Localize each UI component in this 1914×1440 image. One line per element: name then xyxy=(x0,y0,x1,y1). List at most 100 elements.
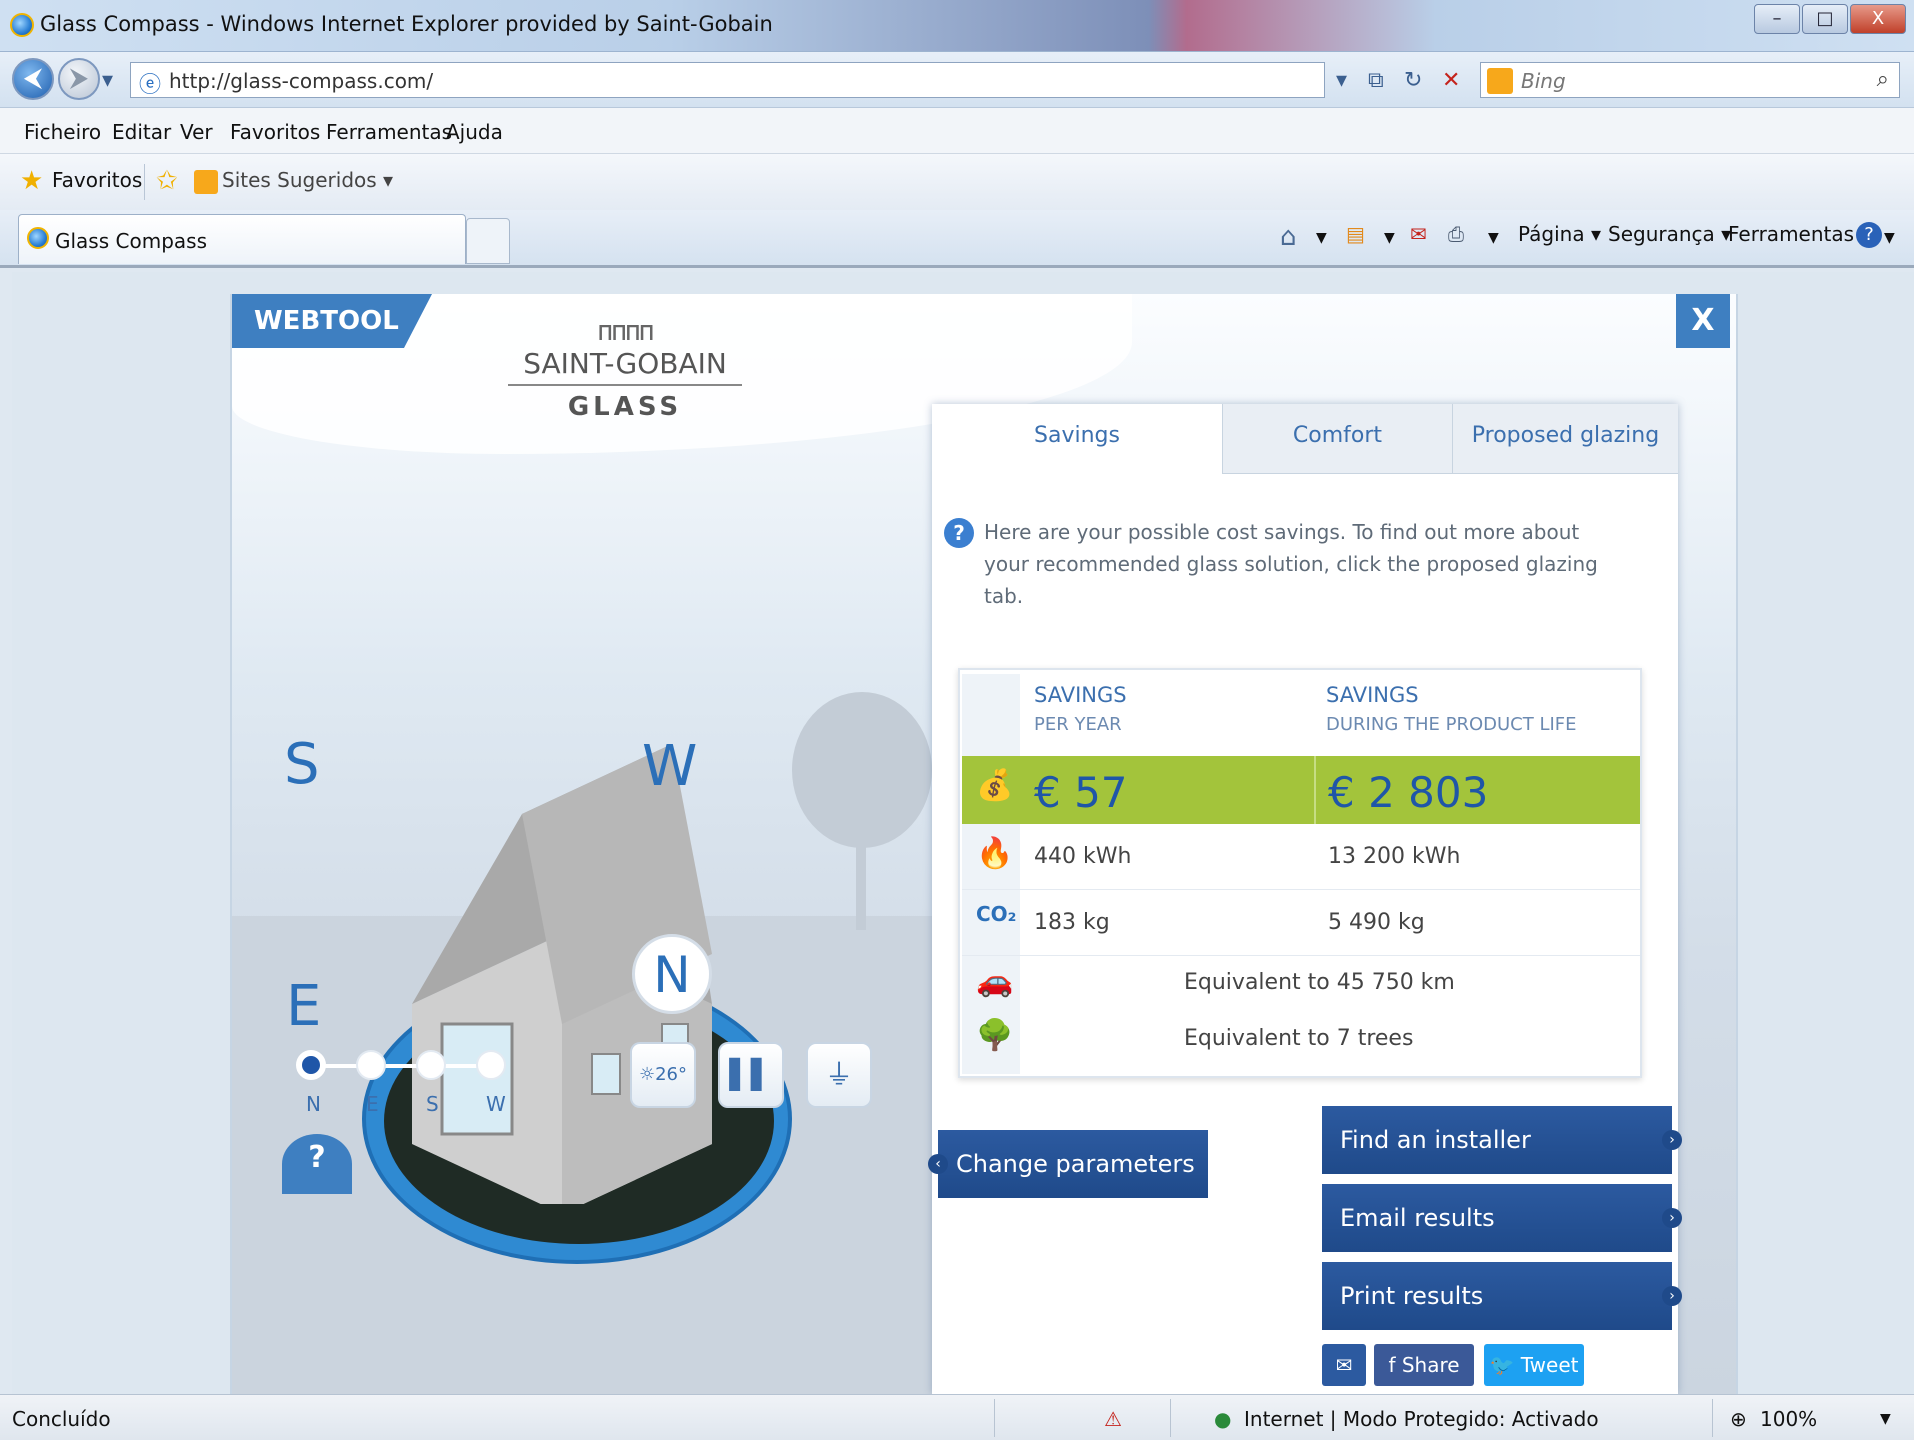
maximize-button[interactable]: □ xyxy=(1802,4,1848,34)
url-dropdown-icon[interactable]: ▾ xyxy=(1336,68,1347,93)
money-savings-row: 💰 € 57 € 2 803 xyxy=(962,756,1640,824)
close-window-button[interactable]: X xyxy=(1850,4,1906,34)
window-title: Glass Compass - Windows Internet Explore… xyxy=(40,12,773,36)
saint-gobain-logo: ᴨᴨᴨᴨ SAINT-GOBAIN GLASS xyxy=(508,314,742,422)
trees-equivalent-row: 🌳 Equivalent to 7 trees xyxy=(962,1012,1640,1068)
close-webtool-button[interactable]: X xyxy=(1676,294,1730,348)
add-favorite-icon[interactable]: ✩ xyxy=(156,166,178,196)
orientation-e-dot[interactable] xyxy=(356,1050,386,1080)
menu-ficheiro[interactable]: Ficheiro xyxy=(24,120,101,144)
print-icon[interactable]: ⎙ xyxy=(1448,222,1464,246)
orientation-n-dot[interactable] xyxy=(296,1050,326,1080)
glazing-button[interactable]: ▌▌ xyxy=(718,1042,784,1108)
search-input[interactable]: Bing ⌕ xyxy=(1480,62,1900,98)
favorites-button[interactable]: Favoritos xyxy=(52,168,142,192)
facebook-share-button[interactable]: f Share xyxy=(1374,1344,1474,1386)
tree-illustration xyxy=(792,692,932,930)
help-dropdown-icon[interactable]: ▼ xyxy=(1884,230,1895,246)
co2-row: CO₂ 183 kg 5 490 kg xyxy=(962,890,1640,956)
zoom-level[interactable]: 100% xyxy=(1760,1407,1817,1431)
tweet-button[interactable]: 🐦 Tweet xyxy=(1484,1344,1584,1386)
tab-proposed-glazing[interactable]: Proposed glazing xyxy=(1452,404,1678,474)
orientation-s-dot[interactable] xyxy=(416,1050,446,1080)
suggested-sites-button[interactable]: Sites Sugeridos ▾ xyxy=(222,168,393,192)
savings-info-text: Here are your possible cost savings. To … xyxy=(984,520,1598,608)
refresh-icon[interactable]: ↻ xyxy=(1404,68,1422,93)
orientation-label-w: W xyxy=(486,1092,506,1116)
change-parameters-button[interactable]: ‹ Change parameters xyxy=(928,1130,1208,1198)
compatibility-icon[interactable]: ⧉ xyxy=(1368,68,1384,93)
pagina-menu[interactable]: Página ▾ xyxy=(1518,222,1601,246)
help-icon[interactable]: ? xyxy=(1856,222,1882,248)
find-installer-button[interactable]: Find an installer › xyxy=(1322,1106,1682,1174)
favorites-bar: ★ Favoritos ✩ Sites Sugeridos ▾ xyxy=(0,154,1914,210)
search-placeholder: Bing xyxy=(1521,69,1566,93)
climate-button[interactable]: ☼26° xyxy=(630,1042,696,1108)
new-tab-button[interactable] xyxy=(466,218,510,264)
tweet-label: Tweet xyxy=(1520,1353,1579,1377)
logo-sub: GLASS xyxy=(567,392,683,422)
url-text: http://glass-compass.com/ xyxy=(169,69,434,93)
col-per-year-sub: PER YEAR xyxy=(1034,714,1122,735)
email-share-icon[interactable]: ✉ xyxy=(1322,1344,1366,1386)
menu-favoritos[interactable]: Favoritos xyxy=(230,120,320,144)
chevron-right-icon: › xyxy=(1662,1286,1682,1306)
chevron-right-icon: › xyxy=(1662,1208,1682,1228)
direction-n[interactable]: N xyxy=(632,934,712,1014)
find-installer-label: Find an installer xyxy=(1340,1126,1531,1154)
status-separator xyxy=(1712,1399,1713,1437)
feeds-dropdown-icon[interactable]: ▼ xyxy=(1384,230,1395,246)
tab-savings[interactable]: Savings xyxy=(932,404,1222,474)
car-equivalent: Equivalent to 45 750 km xyxy=(1184,970,1455,995)
help-button[interactable]: ? xyxy=(282,1134,352,1194)
menu-ver[interactable]: Ver xyxy=(180,120,213,144)
flame-icon: 🔥 xyxy=(976,836,1014,871)
menu-ferramentas[interactable]: Ferramentas xyxy=(326,120,452,144)
col-life-header: SAVINGS DURING THE PRODUCT LIFE xyxy=(1326,680,1577,740)
page-icon: ⓔ xyxy=(139,73,162,98)
status-separator xyxy=(1170,1399,1171,1437)
co2-per-year: 183 kg xyxy=(1034,910,1110,935)
webtool-label: WEBTOOL xyxy=(232,294,432,348)
money-bag-icon: 💰 xyxy=(976,768,1014,803)
search-icon[interactable]: ⌕ xyxy=(1877,67,1889,92)
tab-comfort[interactable]: Comfort xyxy=(1222,404,1452,474)
home-dropdown-icon[interactable]: ▼ xyxy=(1316,230,1327,246)
print-dropdown-icon[interactable]: ▼ xyxy=(1488,230,1499,246)
back-button[interactable]: ⮜ xyxy=(12,58,54,100)
protected-mode-icon: ⚠ xyxy=(1104,1407,1122,1431)
favorites-star-icon: ★ xyxy=(20,166,44,196)
tab-ie-icon xyxy=(27,227,49,249)
orientation-label-e: E xyxy=(366,1092,379,1116)
seguranca-menu[interactable]: Segurança ▾ xyxy=(1608,222,1731,246)
direction-s: S xyxy=(284,732,320,797)
zoom-icon[interactable]: ⊕ xyxy=(1730,1407,1747,1431)
energy-button[interactable]: ⏚ xyxy=(806,1042,872,1108)
sites-icon xyxy=(194,170,218,194)
stop-icon[interactable]: ✕ xyxy=(1442,68,1460,93)
favbar-divider xyxy=(144,164,145,200)
zoom-dropdown-icon[interactable]: ▼ xyxy=(1880,1411,1891,1427)
url-field[interactable]: ⓔ http://glass-compass.com/ xyxy=(130,62,1325,98)
orientation-label-s: S xyxy=(426,1092,439,1116)
print-results-button[interactable]: Print results › xyxy=(1322,1262,1682,1330)
menu-editar[interactable]: Editar xyxy=(112,120,171,144)
savings-info: ? Here are your possible cost savings. T… xyxy=(944,516,1624,612)
co2-life: 5 490 kg xyxy=(1328,910,1425,935)
menu-ajuda[interactable]: Ajuda xyxy=(446,120,503,144)
history-dropdown-icon[interactable]: ▾ xyxy=(102,68,113,93)
results-panel: Savings Comfort Proposed glazing ? Here … xyxy=(932,404,1682,1394)
col-life-sub: DURING THE PRODUCT LIFE xyxy=(1326,714,1577,735)
chevron-right-icon: › xyxy=(1662,1130,1682,1150)
minimize-button[interactable]: – xyxy=(1754,4,1800,34)
trees-equivalent: Equivalent to 7 trees xyxy=(1184,1026,1414,1051)
email-results-button[interactable]: Email results › xyxy=(1322,1184,1682,1252)
mail-icon[interactable]: ✉ xyxy=(1410,222,1427,246)
tab-glass-compass[interactable]: Glass Compass xyxy=(18,214,466,264)
orientation-w-dot[interactable] xyxy=(476,1050,506,1080)
home-icon[interactable]: ⌂ xyxy=(1280,222,1297,252)
feeds-icon[interactable]: ▤ xyxy=(1346,222,1365,246)
forward-button[interactable]: ⮞ xyxy=(58,58,100,100)
ferramentas-menu[interactable]: Ferramentas ▾ xyxy=(1728,222,1870,246)
energy-life: 13 200 kWh xyxy=(1328,844,1461,869)
